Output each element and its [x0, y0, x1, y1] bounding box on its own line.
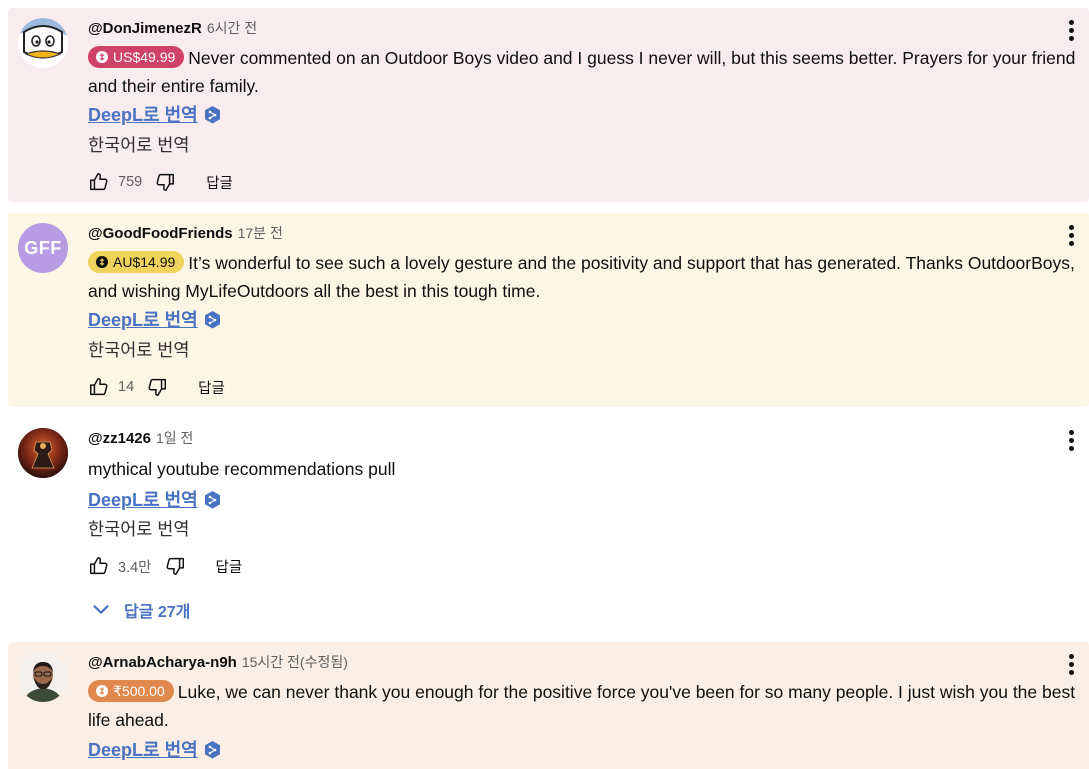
more-vert-icon[interactable]	[1059, 16, 1083, 44]
deepl-translate-link[interactable]: DeepL로 번역	[88, 103, 221, 127]
reply-button[interactable]: 답글	[216, 556, 243, 577]
comment-body: mythical youtube recommendations pull	[88, 455, 1079, 483]
deepl-translate-link[interactable]: DeepL로 번역	[88, 488, 221, 512]
comment-text: Never commented on an Outdoor Boys video…	[88, 48, 1076, 96]
deepl-icon	[204, 491, 220, 509]
deepl-label[interactable]: DeepL로 번역	[88, 103, 198, 127]
comment-actions: 14 답글	[88, 375, 225, 399]
super-chat-icon	[96, 256, 108, 268]
thumbs-down-icon[interactable]	[146, 376, 168, 398]
super-chat-icon	[96, 685, 108, 697]
avatar[interactable]: GFF	[18, 223, 68, 273]
deepl-icon	[204, 106, 220, 124]
comment-body: ₹500.00 Luke, we can never thank you eno…	[88, 678, 1079, 734]
avatar[interactable]	[18, 652, 68, 702]
chevron-down-icon	[93, 605, 109, 614]
replies-count-label[interactable]: 답글 27개	[124, 598, 190, 622]
like-count: 14	[118, 379, 135, 395]
comment-time[interactable]: 15시간 전(수정됨)	[242, 654, 348, 670]
avatar[interactable]	[18, 428, 68, 478]
comment-header: @DonJimenezR 6시간 전	[88, 18, 257, 39]
avatar-initials: GFF	[24, 237, 62, 258]
super-chat-amount: AU$14.99	[113, 254, 176, 270]
comment-body: US$49.99 Never commented on an Outdoor B…	[88, 44, 1079, 100]
deepl-icon	[204, 741, 220, 759]
deepl-label[interactable]: DeepL로 번역	[88, 738, 198, 762]
comment-actions: 759 답글	[88, 170, 233, 194]
super-chat-badge: AU$14.99	[88, 251, 185, 273]
comment-time[interactable]: 17분 전	[238, 225, 283, 241]
translate-to-korean[interactable]: 한국어로 번역	[88, 133, 189, 157]
comment-text: Luke, we can never thank you enough for …	[88, 682, 1076, 730]
deepl-label[interactable]: DeepL로 번역	[88, 488, 198, 512]
comment-text: mythical youtube recommendations pull	[88, 459, 396, 479]
avatar[interactable]	[18, 18, 68, 68]
comment-actions: 3.4만 답글	[88, 554, 242, 578]
translate-to-korean[interactable]: 한국어로 번역	[88, 338, 189, 362]
deepl-translate-link[interactable]: DeepL로 번역	[88, 308, 221, 332]
more-vert-icon[interactable]	[1059, 650, 1083, 678]
author-name[interactable]: @DonJimenezR	[88, 20, 202, 37]
thumbs-down-icon[interactable]	[164, 555, 186, 577]
like-count: 759	[118, 174, 143, 190]
super-chat-icon	[96, 51, 108, 63]
translate-to-korean[interactable]: 한국어로 번역	[88, 517, 189, 541]
comment-header: @GoodFoodFriends 17분 전	[88, 223, 283, 244]
comment-time[interactable]: 6시간 전	[207, 20, 257, 36]
super-chat-amount: US$49.99	[113, 49, 176, 65]
show-replies-button[interactable]: 답글 27개	[90, 598, 190, 622]
thumbs-up-icon[interactable]	[88, 171, 110, 193]
more-vert-icon[interactable]	[1059, 426, 1083, 454]
comment-card: GFF @GoodFoodFriends 17분 전 AU$14.99 It’s …	[8, 213, 1089, 407]
comment-card: @ArnabAcharya-n9h 15시간 전(수정됨) ₹500.00 Luk…	[8, 642, 1089, 769]
super-chat-badge: ₹500.00	[88, 680, 174, 702]
comment-header: @ArnabAcharya-n9h 15시간 전(수정됨)	[88, 652, 348, 673]
thumbs-up-icon[interactable]	[88, 555, 110, 577]
super-chat-badge: US$49.99	[88, 46, 185, 68]
thumbs-up-icon[interactable]	[88, 376, 110, 398]
reply-button[interactable]: 답글	[206, 172, 233, 193]
comment-header: @zz1426 1일 전	[88, 428, 193, 449]
deepl-icon	[204, 311, 220, 329]
deepl-label[interactable]: DeepL로 번역	[88, 308, 198, 332]
author-name[interactable]: @ArnabAcharya-n9h	[88, 654, 237, 671]
author-name[interactable]: @zz1426	[88, 430, 151, 447]
author-name[interactable]: @GoodFoodFriends	[88, 225, 233, 242]
comment-card: @DonJimenezR 6시간 전 US$49.99 Never comment…	[8, 8, 1089, 202]
super-chat-amount: ₹500.00	[113, 683, 165, 699]
thumbs-down-icon[interactable]	[154, 171, 176, 193]
deepl-translate-link[interactable]: DeepL로 번역	[88, 738, 221, 762]
more-vert-icon[interactable]	[1059, 221, 1083, 249]
comment-text: It’s wonderful to see such a lovely gest…	[88, 253, 1075, 301]
comment-time[interactable]: 1일 전	[156, 430, 193, 446]
reply-button[interactable]: 답글	[198, 377, 225, 398]
comment-card: @zz1426 1일 전 mythical youtube recommendat…	[8, 418, 1089, 628]
comment-body: AU$14.99 It’s wonderful to see such a lo…	[88, 249, 1079, 305]
like-count: 3.4만	[118, 559, 152, 576]
